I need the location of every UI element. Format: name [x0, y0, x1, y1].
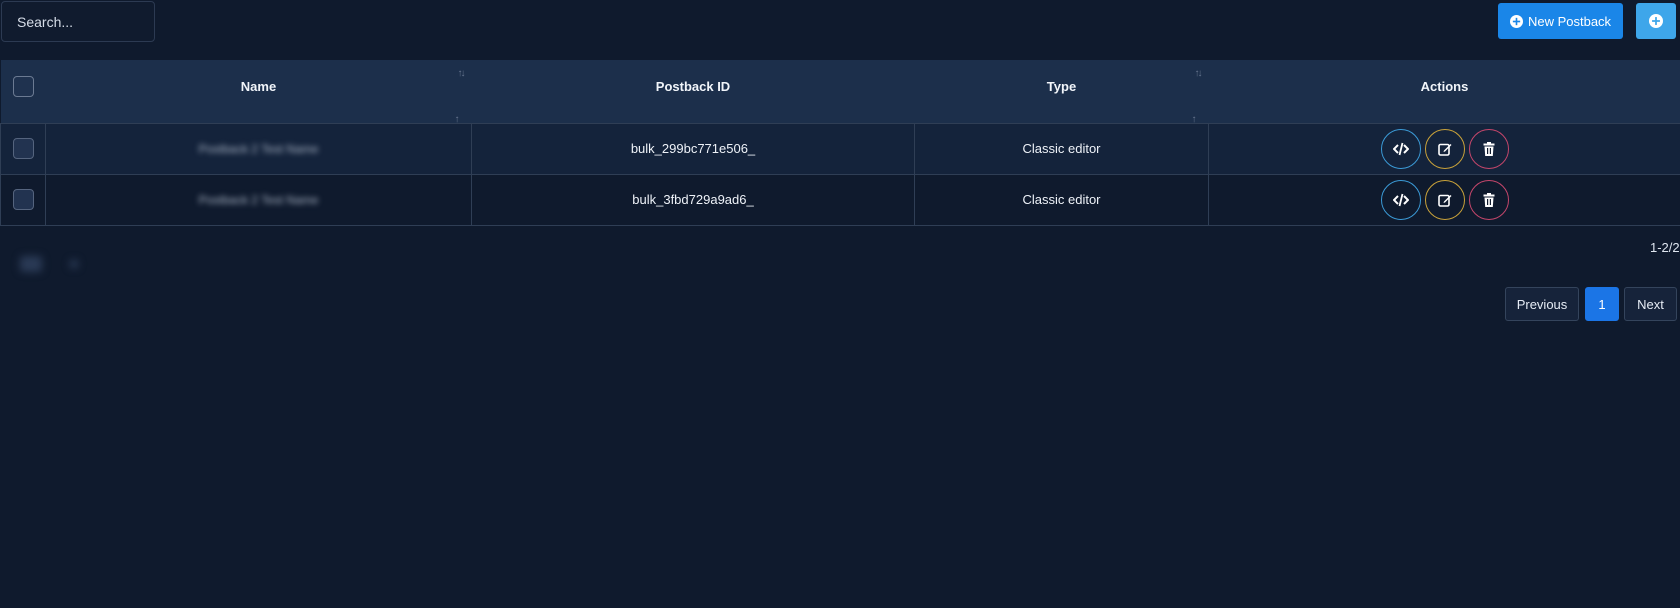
rows-per-page-value: [20, 256, 42, 272]
postbacks-table: Name ↑↓ ↑ Postback ID Type ↑↓ ↑ Actions …: [0, 60, 1680, 226]
edit-button[interactable]: [1424, 128, 1465, 169]
column-header-name[interactable]: Name ↑↓ ↑: [45, 60, 472, 125]
row-select-cell: [0, 122, 46, 175]
code-button[interactable]: [1380, 128, 1421, 169]
postback-id-cell: bulk_3fbd729a9ad6_: [471, 173, 915, 226]
table-row: Postback 2 Test Name bulk_299bc771e506_ …: [0, 122, 1680, 175]
edit-button[interactable]: [1424, 179, 1465, 220]
column-postback-id-label: Postback ID: [655, 78, 731, 94]
column-header-postback-id: Postback ID: [471, 60, 915, 123]
type-cell: Classic editor: [914, 173, 1209, 226]
plus-circle-icon: [1509, 14, 1523, 28]
edit-icon: [1437, 193, 1452, 207]
next-button[interactable]: Next: [1624, 287, 1677, 321]
column-header-type[interactable]: Type ↑↓ ↑: [914, 60, 1209, 125]
edit-icon: [1437, 142, 1452, 156]
row-checkbox[interactable]: [12, 189, 34, 210]
code-button[interactable]: [1380, 179, 1421, 220]
new-postback-label: New Postback: [1527, 13, 1612, 29]
delete-button[interactable]: [1468, 179, 1509, 220]
table-row: Postback 2 Test Name bulk_3fbd729a9ad6_ …: [0, 173, 1680, 226]
delete-button[interactable]: [1468, 128, 1509, 169]
column-type-label: Type: [1046, 78, 1077, 94]
name-cell: Postback 2 Test Name: [45, 122, 472, 175]
plus-circle-icon: [1649, 14, 1663, 28]
column-name-label: Name: [240, 78, 277, 94]
add-button[interactable]: [1636, 3, 1676, 39]
chevron-down-icon: [70, 260, 78, 268]
column-actions-label: Actions: [1420, 78, 1469, 94]
select-all-checkbox[interactable]: [12, 75, 34, 97]
code-icon: [1392, 193, 1409, 207]
row-select-cell: [0, 173, 46, 226]
page-1-button[interactable]: 1: [1585, 287, 1619, 321]
column-header-actions: Actions: [1208, 60, 1680, 123]
actions-cell: [1208, 122, 1680, 175]
name-cell: Postback 2 Test Name: [45, 173, 472, 226]
sort-icon[interactable]: ↑↓: [458, 68, 466, 79]
header-select-cell: [0, 60, 46, 123]
rows-per-page-select[interactable]: [6, 248, 92, 280]
toolbar: New Postback: [0, 0, 1680, 44]
postback-id-cell: bulk_299bc771e506_: [471, 122, 915, 175]
sort-asc-icon: ↑: [454, 113, 460, 125]
trash-icon: [1483, 192, 1495, 207]
previous-button[interactable]: Previous: [1505, 287, 1579, 321]
postback-name: Postback 2 Test Name: [198, 142, 319, 156]
actions-cell: [1208, 173, 1680, 226]
sort-asc-icon: ↑: [1191, 113, 1197, 125]
result-count: 1-2/2: [1650, 240, 1680, 255]
search-input[interactable]: [1, 1, 155, 42]
sort-icon[interactable]: ↑↓: [1195, 68, 1203, 79]
table-header-row: Name ↑↓ ↑ Postback ID Type ↑↓ ↑ Actions: [0, 60, 1680, 125]
code-icon: [1392, 142, 1409, 156]
trash-icon: [1483, 141, 1495, 156]
new-postback-button[interactable]: New Postback: [1498, 3, 1623, 39]
postback-name: Postback 2 Test Name: [198, 193, 319, 207]
type-cell: Classic editor: [914, 122, 1209, 175]
row-checkbox[interactable]: [12, 138, 34, 159]
